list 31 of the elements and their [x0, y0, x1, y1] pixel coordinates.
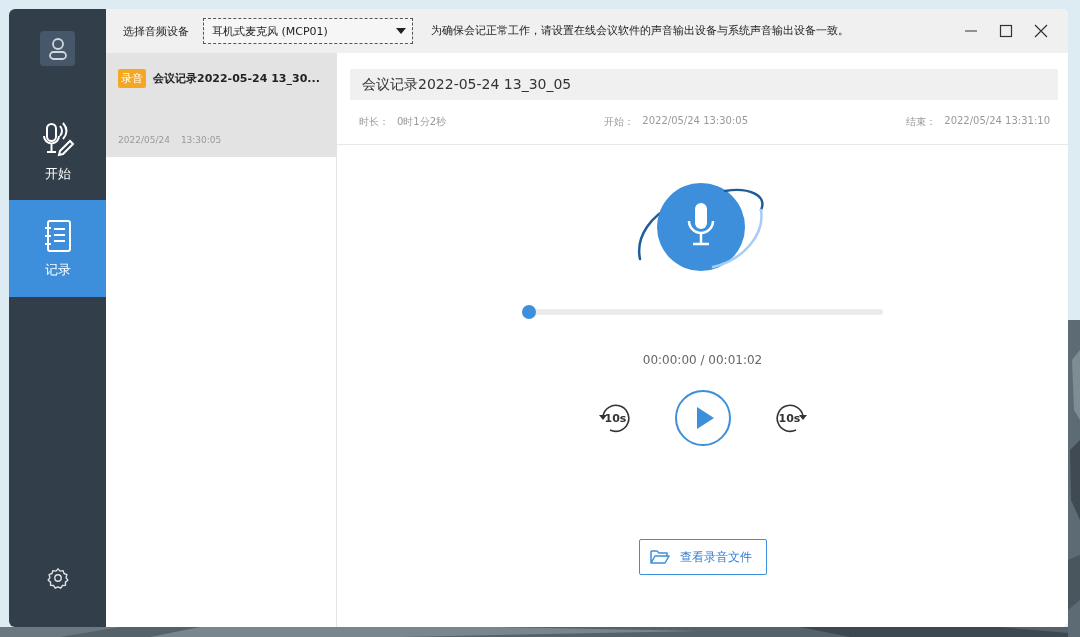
- rewind-button[interactable]: 10s: [596, 399, 635, 437]
- record-time: 13:30:05: [180, 135, 222, 145]
- progress-slider[interactable]: [522, 305, 883, 319]
- maximize-icon[interactable]: [999, 24, 1013, 38]
- nav-item[interactable]: 开始: [9, 103, 106, 200]
- duration-value: 0时1分2秒: [397, 115, 447, 129]
- close-icon[interactable]: [1034, 24, 1048, 38]
- end-label: 结束：: [906, 115, 937, 129]
- playback-time: 00:00:00 / 00:01:02: [642, 353, 763, 367]
- user-icon: [46, 36, 69, 61]
- record-item[interactable]: 录音 会议记录2022-05-24 13_30... 2022/05/24 13:30:05: [106, 53, 336, 157]
- start-label: 开始：: [604, 115, 635, 129]
- folder-icon: [649, 549, 670, 565]
- forward-button[interactable]: 10s: [770, 399, 809, 437]
- notebook-icon: [42, 218, 73, 253]
- start-value: 2022/05/24 13:30:05: [642, 115, 749, 128]
- notice-text: 为确保会记正常工作，请设置在线会议软件的声音输出设备与系统声音输出设备一致。: [431, 24, 849, 38]
- slider-thumb[interactable]: [522, 305, 536, 319]
- end-value: 2022/05/24 13:31:10: [944, 115, 1050, 128]
- settings-icon[interactable]: [46, 567, 69, 589]
- caret-icon: [396, 28, 406, 34]
- device-label: 选择音频设备: [123, 23, 189, 39]
- device-dropdown[interactable]: 耳机式麦克风 (MCP01): [203, 18, 413, 44]
- play-icon: [695, 406, 715, 430]
- record-date: 2022/05/24: [118, 135, 170, 145]
- open-files-button[interactable]: 查看录音文件: [638, 539, 767, 575]
- user-button[interactable]: [40, 31, 75, 66]
- recording-tag: 录音: [118, 69, 146, 88]
- record-title: 会议记录2022-05-24 13_30...: [153, 71, 320, 86]
- duration-label: 时长：: [359, 115, 389, 129]
- recording-title: 会议记录2022-05-24 13_30_05: [350, 69, 1058, 100]
